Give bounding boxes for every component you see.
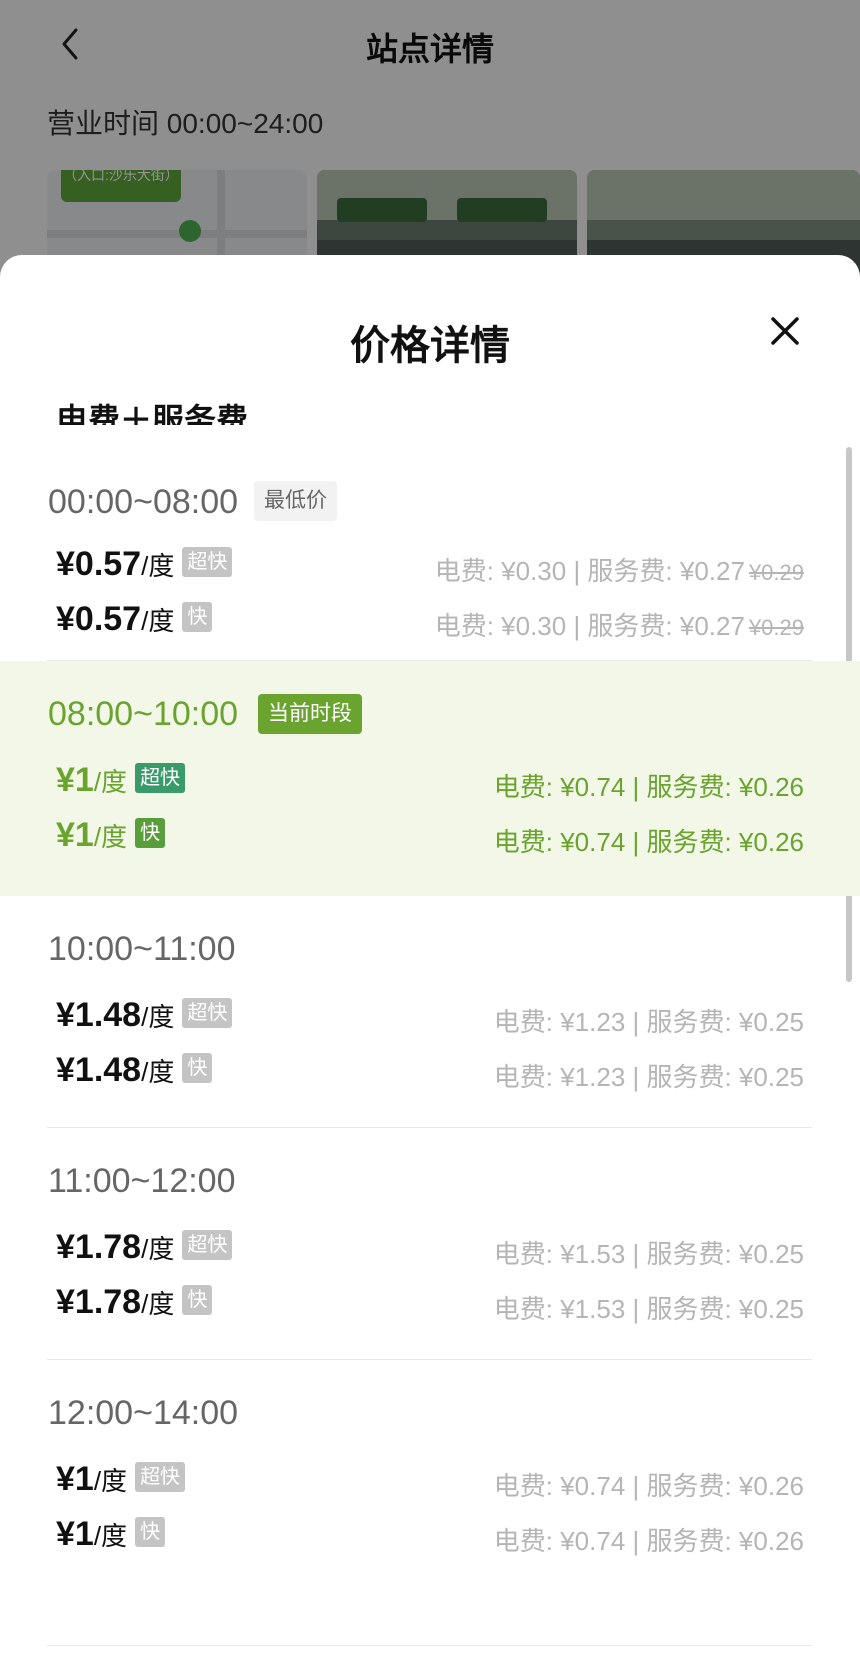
price: ¥1/度 超快: [56, 1460, 186, 1499]
price-row: ¥1.48/度 超快 电费: ¥1.23 | 服务费: ¥0.25: [56, 996, 804, 1037]
time-range: 00:00~08:00: [48, 483, 239, 521]
lowest-price-tag: 最低价: [254, 481, 337, 521]
time-range: 12:00~14:00: [48, 1394, 239, 1432]
price-breakdown: 电费: ¥0.74 | 服务费: ¥0.26: [493, 1471, 804, 1501]
speed-badge: 超快: [182, 1230, 233, 1261]
section-label: 电费＋服务费: [56, 402, 249, 425]
price: ¥1.48/度快: [56, 1051, 213, 1090]
speed-badge: 快: [135, 1517, 166, 1548]
price-row: ¥1/度 超快 电费: ¥0.74 | 服务费: ¥0.26: [56, 1460, 804, 1501]
price: ¥1.78/度 超快: [56, 1228, 233, 1267]
price: ¥0.57/度 超快: [56, 545, 233, 584]
price-row: ¥0.57/度快 电费: ¥0.30 | 服务费: ¥0.27 ¥0.29: [56, 600, 804, 641]
price-breakdown: 电费: ¥1.53 | 服务费: ¥0.25: [493, 1294, 804, 1324]
price-breakdown: 电费: ¥0.74 | 服务费: ¥0.26: [493, 1526, 804, 1556]
time-block: 12:00~14:00 ¥1/度 超快 电费: ¥0.74 | 服务费: ¥0.2…: [0, 1360, 860, 1590]
price-breakdown: 电费: ¥1.23 | 服务费: ¥0.25: [493, 1007, 804, 1037]
speed-badge: 快: [182, 602, 213, 633]
price: ¥1.48/度 超快: [56, 996, 233, 1035]
price-row: ¥1.78/度快 电费: ¥1.53 | 服务费: ¥0.25: [56, 1283, 804, 1324]
price-breakdown: 电费: ¥0.74 | 服务费: ¥0.26: [493, 772, 804, 802]
time-range: 08:00~10:00: [48, 695, 239, 733]
original-service-fee: ¥0.29: [748, 560, 804, 585]
price-breakdown: 电费: ¥0.74 | 服务费: ¥0.26: [493, 827, 804, 857]
price-row: ¥1/度 超快 电费: ¥0.74 | 服务费: ¥0.26: [56, 761, 804, 802]
price-breakdown: 电费: ¥0.30 | 服务费: ¥0.27 ¥0.29: [434, 611, 804, 641]
time-block: 00:00~08:00 最低价 ¥0.57/度 超快 电费: ¥0.30 | 服务…: [0, 445, 860, 655]
price-row: ¥0.57/度 超快 电费: ¥0.30 | 服务费: ¥0.27 ¥0.29: [56, 545, 804, 586]
speed-badge: 快: [135, 818, 166, 849]
speed-badge: 超快: [182, 998, 233, 1029]
price-row: ¥1.78/度 超快 电费: ¥1.53 | 服务费: ¥0.25: [56, 1228, 804, 1269]
time-block-current: 08:00~10:00 当前时段 ¥1/度 超快 电费: ¥0.74 | 服务费:…: [0, 661, 860, 896]
time-range: 10:00~11:00: [48, 930, 236, 968]
speed-badge: 快: [182, 1285, 213, 1316]
price: ¥1/度快: [56, 1515, 166, 1554]
speed-badge: 超快: [135, 763, 186, 794]
price: ¥1/度 超快: [56, 761, 186, 800]
price-row: ¥1/度快 电费: ¥0.74 | 服务费: ¥0.26: [56, 816, 804, 857]
original-service-fee: ¥0.29: [748, 615, 804, 640]
close-button[interactable]: [765, 311, 805, 351]
time-range: 11:00~12:00: [48, 1162, 236, 1200]
price-breakdown: 电费: ¥1.53 | 服务费: ¥0.25: [493, 1239, 804, 1269]
time-block: 11:00~12:00 ¥1.78/度 超快 电费: ¥1.53 | 服务费: ¥…: [0, 1128, 860, 1358]
sheet-title: 价格详情: [350, 324, 510, 368]
price-row: ¥1.48/度快 电费: ¥1.23 | 服务费: ¥0.25: [56, 1051, 804, 1092]
time-block: 10:00~11:00 ¥1.48/度 超快 电费: ¥1.23 | 服务费: ¥…: [0, 896, 860, 1126]
price: ¥1.78/度快: [56, 1283, 213, 1322]
price-breakdown: 电费: ¥1.23 | 服务费: ¥0.25: [493, 1062, 804, 1092]
price-row: ¥1/度快 电费: ¥0.74 | 服务费: ¥0.26: [56, 1515, 804, 1556]
price: ¥0.57/度快: [56, 600, 213, 639]
speed-badge: 快: [182, 1053, 213, 1084]
price-breakdown: 电费: ¥0.30 | 服务费: ¥0.27 ¥0.29: [434, 556, 804, 586]
speed-badge: 超快: [182, 547, 233, 578]
close-icon: [771, 317, 799, 345]
divider: [47, 1645, 812, 1646]
speed-badge: 超快: [135, 1462, 186, 1493]
current-period-tag: 当前时段: [258, 694, 362, 734]
price: ¥1/度快: [56, 816, 166, 855]
price-detail-sheet: 价格详情 电费＋服务费 00:00~08:00 最低价 ¥0.57/度 超快 电费…: [0, 255, 860, 1669]
